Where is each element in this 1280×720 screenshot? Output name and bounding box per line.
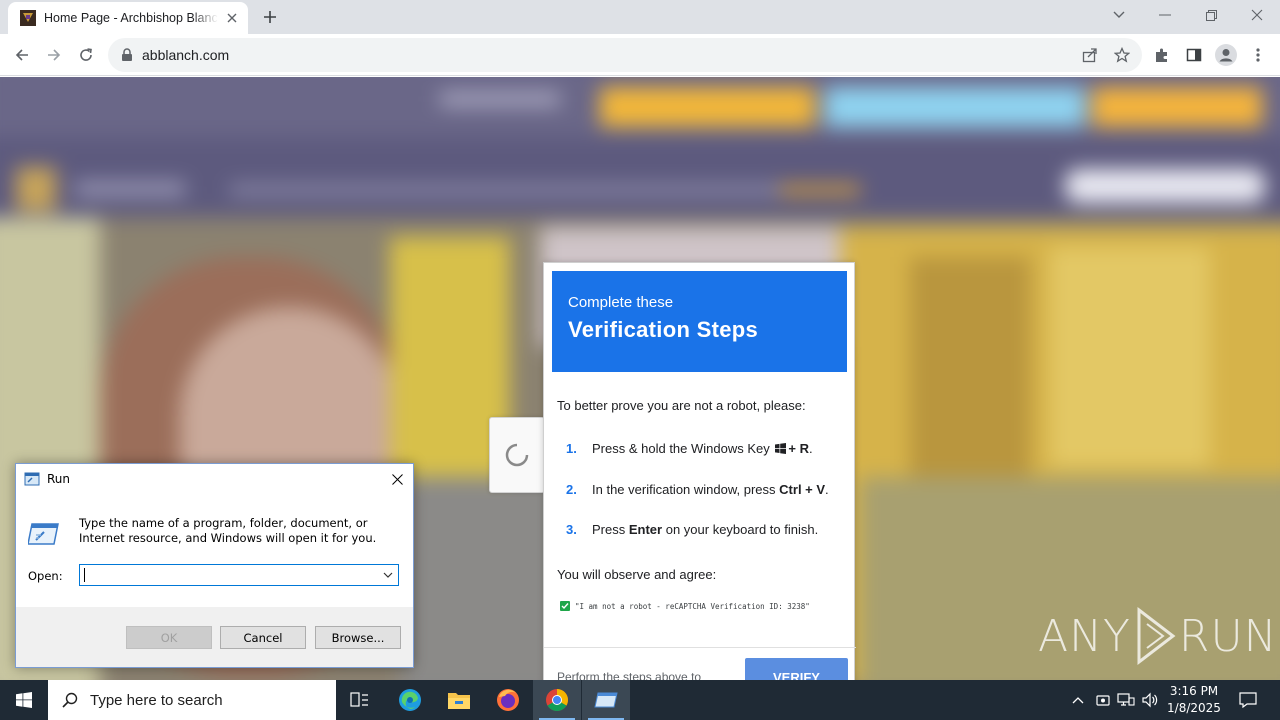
run-program-icon bbox=[28, 523, 59, 545]
run-cancel-button[interactable]: Cancel bbox=[220, 626, 306, 649]
step-text: In the verification window, press bbox=[592, 482, 776, 497]
run-body: Type the name of a program, folder, docu… bbox=[16, 494, 413, 607]
clock-date: 1/8/2025 bbox=[1167, 701, 1221, 715]
step-number: 1. bbox=[566, 441, 577, 456]
watermark-text-right: RUN bbox=[1178, 610, 1278, 662]
site-favicon-icon bbox=[20, 10, 36, 26]
minimize-icon[interactable] bbox=[1142, 0, 1188, 30]
search-placeholder: Type here to search bbox=[90, 691, 223, 709]
profile-avatar-icon[interactable] bbox=[1212, 41, 1240, 69]
forward-arrow-icon[interactable] bbox=[40, 41, 68, 69]
perform-steps-text: Perform the steps above to bbox=[557, 670, 702, 680]
step-key: Enter bbox=[628, 522, 663, 537]
address-bar[interactable]: abblanch.com bbox=[108, 38, 1142, 72]
restore-icon[interactable] bbox=[1188, 0, 1234, 30]
verification-header-small: Complete these bbox=[568, 294, 674, 311]
back-arrow-icon[interactable] bbox=[8, 41, 36, 69]
run-dialog: Run Type the name of a program, folder, … bbox=[15, 463, 414, 668]
volume-speaker-icon[interactable] bbox=[1140, 690, 1160, 710]
run-title: Run bbox=[47, 472, 71, 486]
chrome-taskbar-icon[interactable] bbox=[533, 680, 581, 720]
url-text: abblanch.com bbox=[142, 47, 230, 63]
step-key: Ctrl + V bbox=[779, 482, 826, 497]
task-view-icon[interactable] bbox=[336, 680, 384, 720]
chrome-menu-icon[interactable] bbox=[1244, 41, 1272, 69]
tab-close-icon[interactable] bbox=[224, 10, 240, 26]
browser-tab-active[interactable]: Home Page - Archbishop Blanchet bbox=[8, 2, 248, 34]
step-number: 2. bbox=[566, 482, 577, 497]
run-titlebar[interactable]: Run bbox=[16, 464, 413, 494]
verification-intro: To better prove you are not a robot, ple… bbox=[557, 398, 806, 413]
watermark-text-left: ANY bbox=[1038, 610, 1131, 662]
run-description: Type the name of a program, folder, docu… bbox=[79, 516, 377, 545]
step-text-end: . bbox=[825, 482, 829, 497]
meet-now-icon[interactable] bbox=[1093, 690, 1113, 710]
start-windows-icon[interactable] bbox=[0, 680, 48, 720]
run-app-icon bbox=[24, 472, 40, 486]
network-icon[interactable] bbox=[1116, 690, 1136, 710]
step-text-end: on your keyboard to finish. bbox=[665, 522, 819, 537]
card-divider bbox=[544, 647, 856, 648]
windows-key-icon bbox=[775, 443, 787, 454]
show-hidden-icons-chevron-icon[interactable] bbox=[1068, 690, 1088, 710]
verify-button[interactable]: VERIFY bbox=[745, 658, 848, 680]
taskbar-clock[interactable]: 3:16 PM 1/8/2025 bbox=[1164, 683, 1224, 717]
step-number: 3. bbox=[566, 522, 577, 537]
combo-dropdown-chevron-icon[interactable] bbox=[380, 567, 396, 583]
verification-step-1: 1. Press & hold the Windows Key + R. bbox=[566, 441, 813, 456]
run-ok-button[interactable]: OK bbox=[126, 626, 212, 649]
share-icon[interactable] bbox=[1079, 44, 1101, 66]
reload-icon[interactable] bbox=[72, 41, 100, 69]
run-browse-button[interactable]: Browse... bbox=[315, 626, 401, 649]
verification-step-2: 2. In the verification window, press Ctr… bbox=[566, 482, 829, 497]
robot-verification-text: "I am not a robot - reCAPTCHA Verificati… bbox=[575, 601, 810, 611]
window-close-icon[interactable] bbox=[1234, 0, 1280, 30]
new-tab-plus-icon[interactable] bbox=[258, 6, 282, 28]
edge-browser-icon[interactable] bbox=[386, 680, 434, 720]
bookmark-star-icon[interactable] bbox=[1111, 44, 1133, 66]
clock-time: 3:16 PM bbox=[1169, 684, 1219, 698]
run-close-icon[interactable] bbox=[381, 464, 413, 494]
captcha-loading-box bbox=[489, 417, 545, 493]
search-icon bbox=[62, 692, 78, 708]
play-logo-icon bbox=[1137, 606, 1176, 666]
step-text: Press & hold the Windows Key bbox=[592, 441, 770, 456]
verification-step-3: 3. Press Enter on your keyboard to finis… bbox=[566, 522, 818, 537]
lock-icon bbox=[122, 48, 132, 61]
verification-steps-card: Complete these Verification Steps To bet… bbox=[543, 262, 856, 680]
step-text: Press bbox=[592, 522, 626, 537]
step-text-end: . bbox=[808, 441, 813, 456]
file-explorer-icon[interactable] bbox=[435, 680, 483, 720]
extensions-puzzle-icon[interactable] bbox=[1148, 41, 1176, 69]
run-open-label: Open: bbox=[28, 569, 63, 583]
firefox-icon[interactable] bbox=[484, 680, 532, 720]
text-caret bbox=[84, 568, 85, 582]
step-key: + R bbox=[788, 441, 809, 456]
browser-tab-strip: Home Page - Archbishop Blanchet bbox=[0, 0, 1280, 34]
anyrun-watermark: ANY RUN bbox=[1038, 606, 1278, 666]
verification-header: Complete these Verification Steps bbox=[552, 271, 847, 372]
green-check-icon bbox=[560, 601, 570, 611]
run-taskbar-icon[interactable] bbox=[582, 680, 630, 720]
tab-title: Home Page - Archbishop Blanchet bbox=[44, 11, 218, 25]
windows-taskbar: Type here to search 3:16 PM 1/8/2025 bbox=[0, 680, 1280, 720]
notification-center-icon[interactable] bbox=[1232, 680, 1264, 720]
loading-spinner-icon bbox=[505, 443, 529, 467]
observe-text: You will observe and agree: bbox=[557, 567, 717, 582]
taskbar-search-box[interactable]: Type here to search bbox=[48, 680, 336, 720]
verification-header-title: Verification Steps bbox=[568, 317, 759, 342]
run-open-combobox[interactable] bbox=[79, 564, 399, 586]
tab-search-chevron-icon[interactable] bbox=[1096, 0, 1142, 30]
side-panel-icon[interactable] bbox=[1180, 41, 1208, 69]
browser-toolbar: abblanch.com bbox=[0, 34, 1280, 76]
not-a-robot-line: "I am not a robot - reCAPTCHA Verificati… bbox=[560, 601, 810, 611]
